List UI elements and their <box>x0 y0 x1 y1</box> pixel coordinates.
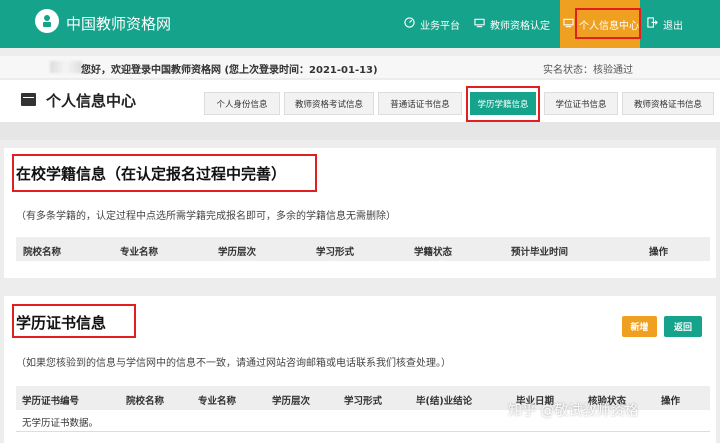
nav-label: 业务平台 <box>420 20 460 32</box>
column-header: 院校名称 <box>23 247 62 258</box>
diploma-section: 学历证书信息 新增 返回 （如果您核验到的信息与学信网中的信息不一致，请通过网站… <box>4 296 716 443</box>
welcome-text: 您好，欢迎登录中国教师资格网 (您上次登录时间：2021-01-13) <box>81 65 378 76</box>
divider <box>0 122 720 140</box>
verification-status: 实名状态：核验通过 <box>543 65 633 76</box>
column-header: 学籍状态 <box>414 247 453 258</box>
tab-exam-info[interactable]: 教师资格考试信息 <box>284 92 374 115</box>
tab-teacher-cert-info[interactable]: 教师资格证书信息 <box>622 92 714 115</box>
column-header: 专业名称 <box>198 396 237 407</box>
monitor-icon <box>563 18 574 31</box>
logout-icon <box>647 17 658 31</box>
annotation-highlight-box <box>466 86 540 122</box>
page-header: 个人信息中心 个人身份信息 教师资格考试信息 普通话证书信息 学历学籍信息 学位… <box>0 80 720 122</box>
welcome-bar: 您好，欢迎登录中国教师资格网 (您上次登录时间：2021-01-13) 实名状态… <box>0 56 720 78</box>
archive-icon <box>21 93 36 106</box>
tab-degree-info[interactable]: 学位证书信息 <box>544 92 618 115</box>
back-button[interactable]: 返回 <box>664 316 702 337</box>
monitor-icon <box>474 18 485 31</box>
column-header: 毕(结)业结论 <box>416 396 473 407</box>
blurred-username <box>50 61 82 73</box>
tab-identity-info[interactable]: 个人身份信息 <box>204 92 280 115</box>
section-note: （有多条学籍的，认定过程中点选所需学籍完成报名即可，多余的学籍信息无需删除） <box>16 211 396 222</box>
column-header: 院校名称 <box>126 396 165 407</box>
table-header: 院校名称 专业名称 学历层次 学习形式 学籍状态 预计毕业时间 操作 <box>16 237 710 261</box>
page-title: 个人信息中心 <box>46 92 137 110</box>
column-header: 操作 <box>649 247 669 258</box>
logo-icon <box>35 9 59 33</box>
column-header: 学习形式 <box>316 247 355 258</box>
nav-label: 退出 <box>663 20 683 32</box>
section-note: （如果您核验到的信息与学信网中的信息不一致，请通过网站咨询邮箱或电话联系我们核查… <box>16 358 451 369</box>
nav-label: 教师资格认定 <box>490 20 550 32</box>
add-button[interactable]: 新增 <box>622 316 657 337</box>
column-header: 操作 <box>661 396 681 407</box>
column-header: 专业名称 <box>120 247 159 258</box>
site-title[interactable]: 中国教师资格网 <box>66 13 171 34</box>
nav-item-business-platform[interactable]: 业务平台 <box>404 0 460 48</box>
nav-item-teacher-cert[interactable]: 教师资格认定 <box>474 0 550 48</box>
top-navbar: 中国教师资格网 业务平台 教师资格认定 个人信息中心 退出 <box>0 0 720 48</box>
empty-message: 无学历证书数据。 <box>22 418 99 429</box>
school-enrollment-section: 在校学籍信息（在认定报名过程中完善） （有多条学籍的，认定过程中点选所需学籍完成… <box>4 148 716 278</box>
column-header: 学历证书编号 <box>22 396 80 407</box>
section-title: 学历证书信息 <box>16 314 107 332</box>
nav-item-logout[interactable]: 退出 <box>647 0 683 48</box>
column-header: 学习形式 <box>344 396 383 407</box>
section-title: 在校学籍信息（在认定报名过程中完善） <box>16 165 287 183</box>
dashboard-icon <box>404 17 415 31</box>
tab-mandarin-info[interactable]: 普通话证书信息 <box>378 92 462 115</box>
column-header: 预计毕业时间 <box>511 247 569 258</box>
column-header: 学历层次 <box>272 396 311 407</box>
column-header: 学历层次 <box>218 247 257 258</box>
watermark: 知乎 @敬试教师资格 <box>508 403 639 419</box>
annotation-highlight-box <box>575 8 641 39</box>
